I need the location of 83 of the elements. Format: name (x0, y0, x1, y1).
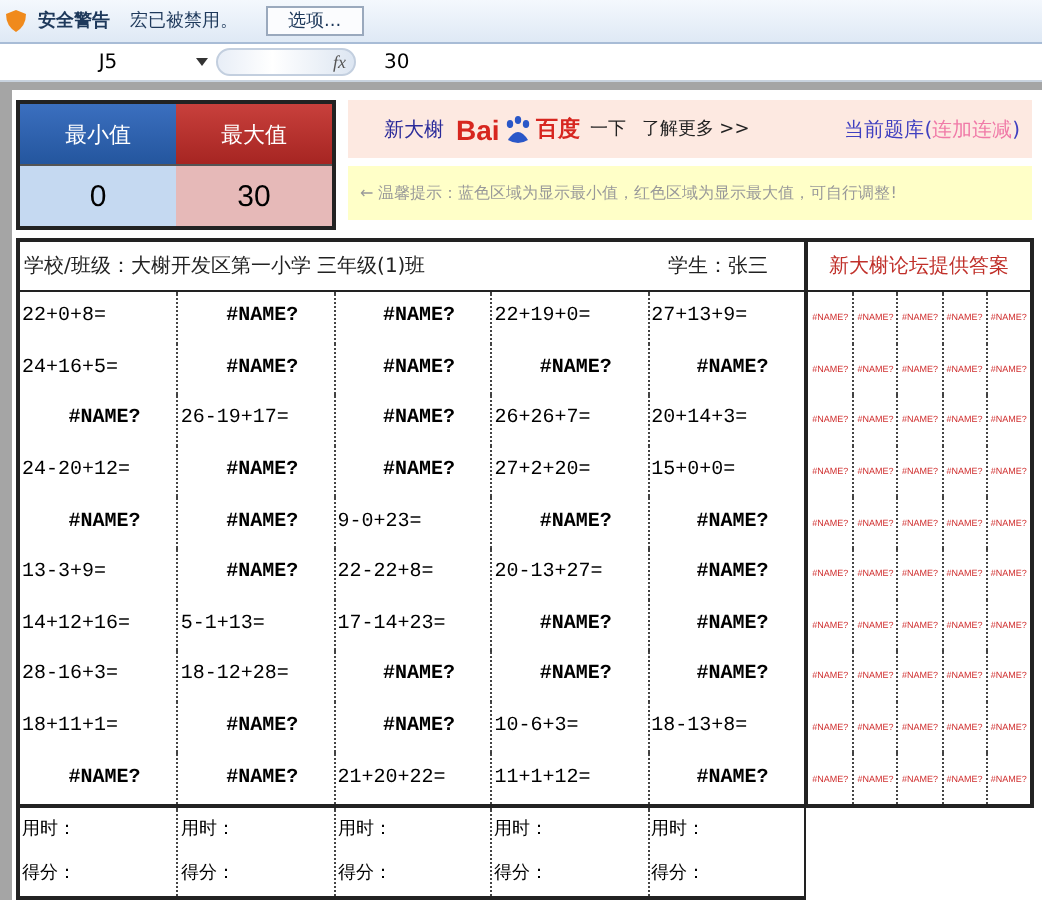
min-header: 最小值 (20, 104, 176, 166)
error-cell: #NAME? (490, 599, 648, 651)
error-cell: #NAME? (490, 343, 648, 395)
max-value-cell[interactable]: 30 (176, 166, 332, 226)
search-link[interactable]: 一下 (589, 116, 626, 142)
error-cell: #NAME? (647, 343, 804, 395)
error-cell: #NAME? (647, 650, 804, 702)
error-cell: #NAME? (333, 650, 491, 702)
name-box[interactable]: J5 (0, 51, 196, 73)
warning-title: 安全警告 (38, 8, 110, 34)
time-label: 用时： (178, 817, 237, 843)
question-cell: 26-19+17= (176, 394, 334, 446)
warning-message: 宏已被禁用。 (130, 9, 238, 34)
error-cell-text: #NAME? (66, 406, 143, 435)
time-label: 用时： (20, 817, 78, 843)
score-label: 得分： (649, 861, 708, 887)
error-cell: #NAME? (333, 445, 491, 497)
error-cell: #NAME? (176, 445, 334, 497)
score-label: 得分： (492, 861, 551, 887)
error-cell: #NAME? (333, 394, 491, 446)
error-cell: #NAME? (333, 701, 491, 753)
error-cell: #NAME? (647, 599, 804, 651)
time-label: 用时： (649, 817, 708, 843)
error-cell: #NAME? (176, 343, 334, 395)
question-cell: 26+26+7= (490, 394, 648, 446)
function-icon[interactable]: fx (333, 52, 346, 72)
score-label: 得分： (20, 861, 78, 887)
max-header: 最大值 (176, 104, 332, 166)
formula-field[interactable]: 30 (384, 51, 410, 73)
options-button[interactable]: 选项... (266, 6, 364, 36)
error-cell: #NAME? (176, 292, 334, 344)
time-label: 用时： (335, 817, 394, 843)
question-cell: 18-13+8= (647, 701, 804, 753)
caret-icon[interactable] (196, 58, 208, 66)
error-cell: #NAME? (333, 292, 491, 344)
error-cell: #NAME? (176, 496, 334, 548)
question-cell: 15+0+0= (647, 445, 804, 497)
question-cell: 9-0+23= (333, 496, 491, 548)
more-link[interactable]: 了解更多 >> (641, 116, 750, 142)
question-cell-text: 24-20+12= (20, 458, 133, 487)
student-label: 学生：张三 (668, 253, 768, 280)
error-cell: #NAME? (490, 496, 648, 548)
question-cell: 20+14+3= (647, 394, 804, 446)
error-cell: #NAME? (176, 752, 334, 804)
question-cell-text: 14+12+16= (20, 611, 133, 640)
time-label: 用时： (492, 817, 551, 843)
error-cell-text: #NAME? (66, 765, 143, 794)
question-cell: 27+2+20= (490, 445, 648, 497)
min-value-cell[interactable]: 0 (20, 166, 176, 226)
question-cell: 11+1+12= (490, 752, 648, 804)
question-cell-text: 13-3+9= (20, 560, 109, 589)
question-cell-text: 28-16+3= (20, 662, 121, 691)
error-cell: #NAME? (647, 496, 804, 548)
question-cell: 18-12+28= (176, 650, 334, 702)
error-cell: #NAME? (490, 650, 648, 702)
question-cell-text: 22+0+8= (20, 304, 109, 333)
shield-icon (6, 10, 26, 32)
question-cell: 5-1+13= (176, 599, 334, 651)
question-cell: 17-14+23= (333, 599, 491, 651)
answers-title: 新大榭论坛提供答案 (808, 242, 1030, 292)
question-cell: 22+19+0= (490, 292, 648, 344)
question-cell-text: 24+16+5= (20, 355, 121, 384)
error-cell-text: #NAME? (66, 509, 143, 538)
question-bank-label: 当前题库(连加连减) (844, 117, 1020, 143)
error-cell: #NAME? (333, 343, 491, 395)
error-cell: #NAME? (647, 752, 804, 804)
score-label: 得分： (335, 861, 394, 887)
question-cell-text: 18+11+1= (20, 714, 121, 743)
error-cell: #NAME? (647, 547, 804, 600)
tip-text: ← 温馨提示：蓝色区域为显示最小值，红色区域为显示最大值，可自行调整! (348, 166, 1032, 220)
school-label: 学校/班级：大榭开发区第一小学 三年级(1)班 (24, 253, 426, 280)
score-label: 得分： (178, 861, 237, 887)
logo-text: 百度 (535, 115, 580, 144)
error-cell: #NAME? (176, 701, 334, 753)
error-cell: #NAME? (176, 547, 334, 600)
paw-icon (501, 113, 534, 145)
question-cell: 22-22+8= (333, 547, 491, 600)
logo-text: Bai (456, 113, 500, 145)
question-cell: 10-6+3= (490, 701, 648, 753)
question-cell: 20-13+27= (490, 547, 648, 600)
question-cell: 21+20+22= (333, 752, 491, 804)
question-cell: 27+13+9= (647, 292, 804, 344)
brand-text: 新大榭 (384, 117, 444, 143)
